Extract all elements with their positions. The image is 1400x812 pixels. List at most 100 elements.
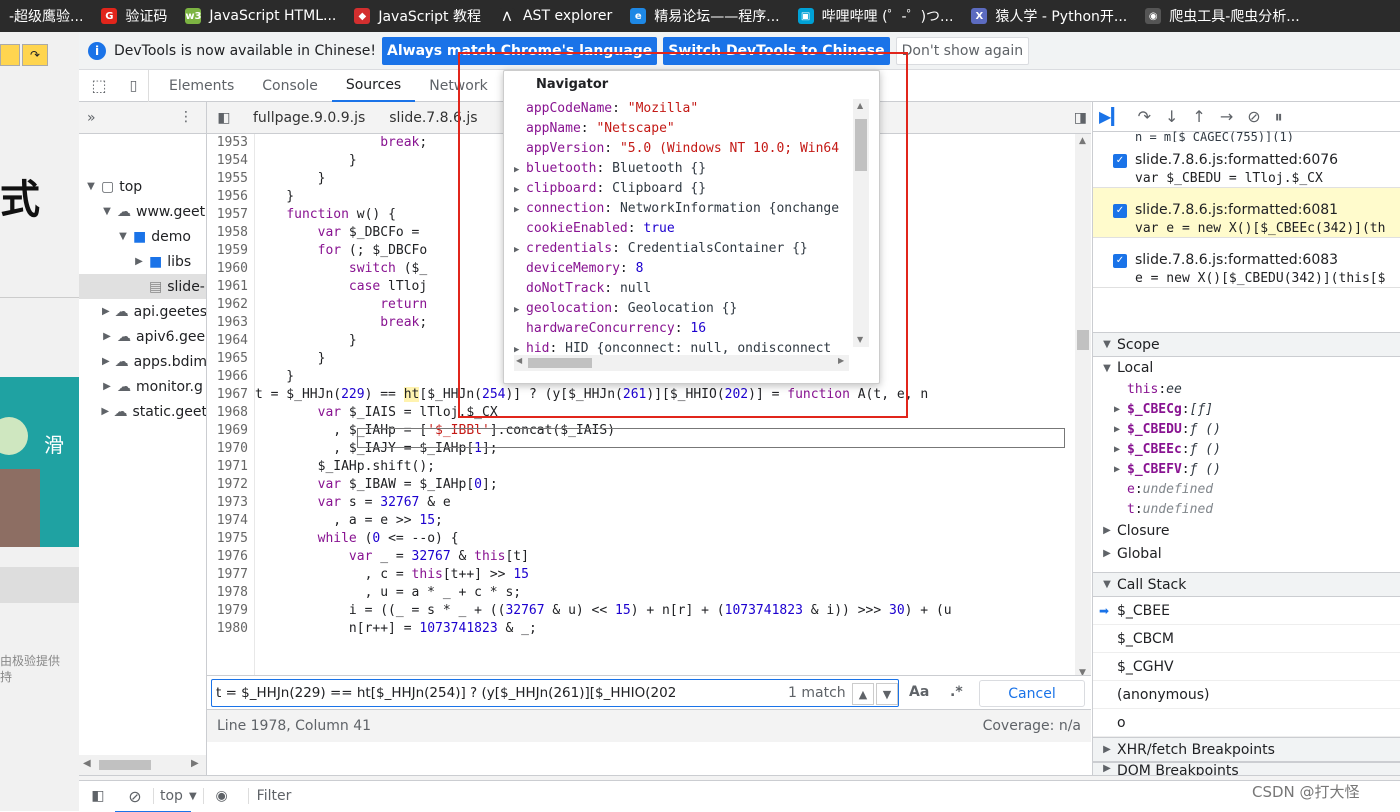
- tree-toggle-icon[interactable]: ▶: [101, 331, 113, 342]
- code-line[interactable]: , a = e >> 15;: [255, 512, 1075, 530]
- device-toolbar-icon[interactable]: ▯: [119, 69, 149, 102]
- bookmark-item[interactable]: ▣ 哔哩哔哩 (゜-゜)つ...: [789, 0, 963, 32]
- code-line[interactable]: , $_IAHp = ['$_IBBl'].concat($_IAIS): [255, 422, 1075, 440]
- search-prev-icon[interactable]: ▲: [852, 683, 874, 705]
- line-number[interactable]: 1969: [207, 422, 248, 440]
- line-number[interactable]: 1960: [207, 260, 248, 278]
- tree-toggle-icon[interactable]: ▼: [117, 231, 129, 242]
- tree-toggle-icon[interactable]: ▼: [85, 181, 97, 192]
- navigator-property[interactable]: ▶ hid: HID {onconnect: null, ondisconnect: [514, 339, 831, 355]
- tab-elements[interactable]: Elements: [155, 70, 248, 102]
- tree-toggle-icon[interactable]: ▶: [133, 256, 145, 267]
- code-line[interactable]: $_IAHp.shift();: [255, 458, 1075, 476]
- breakpoint-checkbox[interactable]: ✓: [1113, 254, 1127, 268]
- tree-item[interactable]: ▶ ☁ apps.bdim: [79, 349, 206, 374]
- line-number[interactable]: 1958: [207, 224, 248, 242]
- tree-item[interactable]: ▶ ☁ apiv6.gee: [79, 324, 206, 349]
- breakpoint-item[interactable]: ✓ slide.7.8.6.js:formatted:6081 var e = ne…: [1093, 188, 1400, 238]
- code-line[interactable]: , u = a * _ + c * s;: [255, 584, 1075, 602]
- code-line[interactable]: var _ = 32767 & this[t]: [255, 548, 1075, 566]
- property-expand-icon[interactable]: ▶: [514, 200, 526, 220]
- property-expand-icon[interactable]: ▶: [514, 180, 526, 200]
- line-number[interactable]: 1965: [207, 350, 248, 368]
- code-line[interactable]: , $_IAJY = $_IAHp[1];: [255, 440, 1075, 458]
- navigator-property[interactable]: deviceMemory: 8: [514, 259, 643, 279]
- navigator-property[interactable]: appCodeName: "Mozilla": [514, 99, 698, 119]
- line-number[interactable]: 1963: [207, 314, 248, 332]
- always-match-button[interactable]: Always match Chrome's language: [382, 36, 658, 65]
- code-line[interactable]: , c = this[t++] >> 15: [255, 566, 1075, 584]
- regex-toggle[interactable]: .*: [950, 684, 963, 700]
- toggle-navigator-icon[interactable]: ◧: [207, 110, 241, 126]
- tree-item[interactable]: ▶ ☁ api.geetes: [79, 299, 206, 324]
- search-next-icon[interactable]: ▼: [876, 683, 898, 705]
- navigator-property[interactable]: cookieEnabled: true: [514, 219, 675, 239]
- bookmark-item[interactable]: -超级鹰验...: [0, 0, 92, 32]
- tree-item[interactable]: ▼ ▢ top: [79, 174, 206, 199]
- editor-tab[interactable]: fullpage.9.0.9.js: [241, 110, 377, 126]
- callstack-frame[interactable]: ➡ $_CBEE: [1093, 597, 1400, 625]
- bookmark-item[interactable]: ⋀ AST explorer: [490, 0, 621, 32]
- navigator-property[interactable]: ▶ clipboard: Clipboard {}: [514, 179, 706, 199]
- navigator-property[interactable]: hardwareConcurrency: 16: [514, 319, 706, 339]
- bookmark-item[interactable]: ◆ JavaScript 教程: [345, 0, 490, 32]
- line-number[interactable]: 1975: [207, 530, 248, 548]
- line-number[interactable]: 1953: [207, 134, 248, 152]
- tree-toggle-icon[interactable]: ▶: [101, 381, 113, 392]
- tree-item[interactable]: ▤ slide-: [79, 274, 206, 299]
- code-line[interactable]: t = $_HHJn(229) == ht[$_HHJn(254)] ? (y[…: [255, 386, 1075, 404]
- search-cancel-button[interactable]: Cancel: [979, 680, 1085, 707]
- navigator-scrollbar[interactable]: ◀ ▶: [79, 755, 206, 775]
- line-number[interactable]: 1959: [207, 242, 248, 260]
- navigator-property[interactable]: doNotTrack: null: [514, 279, 651, 299]
- step-out-icon[interactable]: ↑: [1192, 107, 1205, 126]
- coverage-status[interactable]: Coverage: n/a: [983, 718, 1081, 734]
- property-expand-icon[interactable]: ▶: [514, 160, 526, 180]
- property-expand-icon[interactable]: ▶: [514, 300, 526, 320]
- scope-variable[interactable]: ▶ $_CBEEc: ƒ (): [1093, 439, 1400, 459]
- callstack-frame[interactable]: (anonymous): [1093, 681, 1400, 709]
- bookmark-item[interactable]: X 猿人学 - Python开...: [962, 0, 1136, 32]
- callstack-header[interactable]: ▼ Call Stack: [1093, 572, 1400, 597]
- more-tabs-icon[interactable]: »: [87, 110, 96, 126]
- tree-toggle-icon[interactable]: ▼: [101, 206, 113, 217]
- scope-variable[interactable]: ▶ $_CBECg: [ƒ]: [1093, 399, 1400, 419]
- scope-local[interactable]: ▼ Local: [1093, 357, 1400, 379]
- context-select[interactable]: top ▼: [153, 788, 204, 804]
- toggle-debugger-icon[interactable]: ◨: [1074, 110, 1087, 126]
- tree-item[interactable]: ▶ ☁ monitor.g: [79, 374, 206, 399]
- live-expression-icon[interactable]: ◉: [204, 788, 240, 804]
- scope-expand-icon[interactable]: ▶: [1111, 464, 1123, 475]
- tree-item[interactable]: ▼ ☁ www.geet: [79, 199, 206, 224]
- code-line[interactable]: var $_IBAW = $_IAHp[0];: [255, 476, 1075, 494]
- sidebar-toggle-icon[interactable]: ◧: [79, 788, 117, 804]
- line-number[interactable]: 1976: [207, 548, 248, 566]
- navigator-property[interactable]: appName: "Netscape": [514, 119, 675, 139]
- inspect-element-icon[interactable]: ⬚: [79, 70, 119, 102]
- editor-tab[interactable]: slide.7.8.6.js: [377, 110, 489, 126]
- line-number[interactable]: 1954: [207, 152, 248, 170]
- bookmark-item[interactable]: ◉ 爬虫工具-爬虫分析...: [1136, 0, 1308, 32]
- dom-breakpoints-header[interactable]: ▶ DOM Breakpoints: [1093, 762, 1400, 775]
- tree-item[interactable]: ▶ ☁ static.geet: [79, 399, 206, 424]
- scope-variable[interactable]: e: undefined: [1093, 479, 1400, 499]
- search-input[interactable]: t = $_HHJn(229) == ht[$_HHJn(254)] ? (y[…: [216, 685, 776, 701]
- line-number[interactable]: 1957: [207, 206, 248, 224]
- bookmark-item[interactable]: w3 JavaScript HTML...: [176, 0, 345, 32]
- code-line[interactable]: i = ((_ = s * _ + ((32767 & u) << 15) + …: [255, 602, 1075, 620]
- line-number[interactable]: 1971: [207, 458, 248, 476]
- scope-expand-icon[interactable]: ▶: [1111, 424, 1123, 435]
- search-input-box[interactable]: t = $_HHJn(229) == ht[$_HHJn(254)] ? (y[…: [211, 679, 899, 707]
- line-number[interactable]: 1972: [207, 476, 248, 494]
- line-number[interactable]: 1977: [207, 566, 248, 584]
- line-number[interactable]: 1979: [207, 602, 248, 620]
- editor-vscrollbar[interactable]: ▲ ▼: [1075, 134, 1091, 682]
- popover-hscrollbar[interactable]: ◀ ▶: [514, 355, 849, 371]
- breakpoint-checkbox[interactable]: ✓: [1113, 154, 1127, 168]
- code-line[interactable]: var s = 32767 & e: [255, 494, 1075, 512]
- navigator-menu-icon[interactable]: ⋮: [179, 109, 193, 125]
- breakpoint-checkbox[interactable]: ✓: [1113, 204, 1127, 218]
- property-expand-icon[interactable]: ▶: [514, 240, 526, 260]
- scope-variable[interactable]: ▶ $_CBEDU: ƒ (): [1093, 419, 1400, 439]
- scope-variable[interactable]: t: undefined: [1093, 499, 1400, 519]
